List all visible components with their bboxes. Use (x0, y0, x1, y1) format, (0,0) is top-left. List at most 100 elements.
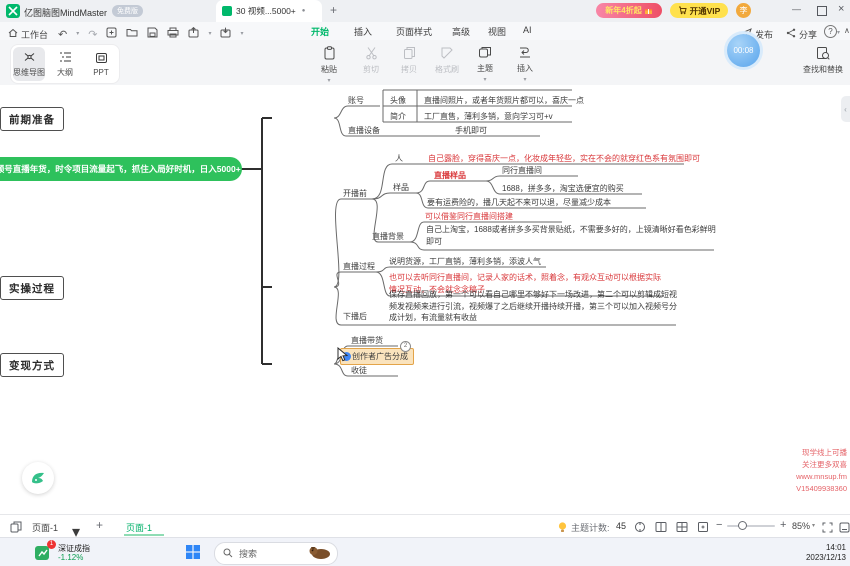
clock[interactable]: 14:01 2023/12/13 (794, 543, 846, 563)
mode-ppt[interactable]: PPT (85, 47, 117, 81)
theme-button[interactable]: 主题 ▾ (466, 46, 504, 83)
redo-icon[interactable]: ↷ (88, 28, 97, 41)
cut-button[interactable]: 剪切 (352, 46, 390, 75)
topic-count-value: 45 (616, 521, 626, 531)
collapse-statusbar-icon[interactable] (839, 520, 850, 538)
zoom-out-button[interactable]: − (716, 519, 722, 531)
topic-live-commerce[interactable]: 直播带货 (351, 336, 383, 346)
topic-bio[interactable]: 简介 (390, 112, 406, 122)
ppt-icon (95, 52, 108, 66)
topic-person[interactable]: 人 (395, 154, 403, 164)
menu-tab-advanced[interactable]: 高级 (452, 25, 470, 38)
central-topic[interactable]: 视频号直播年货，时令项目流量起飞，抓住入局好时机，日入5000+ (0, 157, 242, 181)
topic-operation[interactable]: 实操过程 (0, 276, 64, 300)
user-avatar[interactable]: 李 (736, 3, 751, 18)
page-tab-active[interactable]: 页面-1 (126, 521, 152, 534)
undo-icon[interactable]: ↶ (58, 28, 67, 41)
topic-buy-cheap[interactable]: 1688，拼多多，淘宝选便宜的购买 (502, 184, 624, 194)
menu-tab-view[interactable]: 视图 (488, 25, 506, 38)
maximize-button[interactable] (817, 6, 827, 16)
topic-source-pitch[interactable]: 说明货源，工厂直销，薄利多销，添波人气 (389, 257, 541, 267)
document-tab[interactable]: 30 视频...5000+ ● (216, 0, 322, 22)
doc-icon (222, 6, 232, 16)
topic-background-ref[interactable]: 可以借鉴同行直播间搭建 (425, 212, 513, 222)
mindmap-canvas[interactable]: 视频号直播年货，时令项目流量起飞，抓住入局好时机，日入5000+ 前期准备 实操… (0, 85, 850, 514)
topic-sample[interactable]: 样品 (393, 183, 409, 193)
copy-icon (403, 46, 416, 60)
add-page-button[interactable]: + (96, 518, 103, 532)
topic-equipment-detail[interactable]: 手机即可 (455, 126, 487, 136)
insert-topic-button[interactable]: 插入 ▾ (506, 46, 544, 83)
topic-after-live-detail[interactable]: 保存直播回放，第一个可以看自己哪里不够好下一场改进，第二个可以剪辑成短视频发视频… (389, 289, 679, 324)
vip-button[interactable]: 开通VIP (670, 3, 728, 18)
topic-equipment[interactable]: 直播设备 (348, 126, 380, 136)
timer-bubble[interactable]: 00:08 (727, 34, 760, 67)
doc-tab-title: 30 视频...5000+ (236, 5, 296, 17)
topic-monetization[interactable]: 变现方式 (0, 353, 64, 377)
format-painter-button[interactable]: 格式刷 (428, 46, 466, 75)
panel-collapse-handle[interactable]: ‹ (841, 96, 850, 122)
topic-person-detail[interactable]: 自己露脸，穿得喜庆一点，化妆成年轻些，实在不会的就穿红色系有氛围即可 (428, 154, 700, 164)
zoom-slider-track[interactable] (727, 525, 775, 527)
paste-button[interactable]: 粘贴 ▾ (310, 46, 348, 84)
page-selector[interactable]: 页面-1 (32, 521, 58, 534)
taskbar-search[interactable]: 搜索 (214, 542, 338, 565)
copy-button[interactable]: 拷贝 (390, 46, 428, 75)
drag-mode-icon[interactable] (634, 520, 646, 538)
menu-tab-ai[interactable]: AI (523, 25, 532, 35)
topic-background-detail[interactable]: 自己上淘宝，1688或者拼多多买背景贴纸，不需要多好的，上镜清晰好看色彩鲜明即可 (426, 224, 718, 247)
zoom-level[interactable]: 85% (792, 521, 810, 531)
bulb-icon (557, 520, 568, 538)
format-painter-icon (440, 46, 454, 60)
selection-count-badge: 2 (400, 341, 411, 352)
topic-avatar-detail[interactable]: 直播间照片，或者年货照片都可以，喜庆一点 (424, 96, 584, 106)
topic-account[interactable]: 账号 (348, 96, 364, 106)
menu-tab-home[interactable]: 开始 (311, 25, 329, 38)
ribbon: 思维导图 大纲 PPT 粘贴 ▾ 剪切 拷贝 格式刷 (0, 40, 850, 86)
toolbar-more-icon[interactable]: ▾ (240, 32, 243, 37)
find-replace-button[interactable]: 查找和替换 (798, 46, 848, 75)
watermark-line: www.mnsup.fm (796, 471, 847, 483)
zoom-slider-knob[interactable] (738, 521, 747, 530)
topic-freight-insurance[interactable]: 要有运费险的，播几天起不来可以退，尽量减少成本 (427, 198, 611, 208)
close-button[interactable]: × (838, 3, 844, 15)
fit-window-icon[interactable] (697, 520, 709, 538)
stock-change[interactable]: -1.12% (58, 553, 83, 562)
pages-icon[interactable] (10, 520, 22, 538)
collapse-ribbon-icon[interactable]: ∧ (844, 26, 850, 35)
menu-tab-insert[interactable]: 插入 (354, 25, 372, 38)
menu-tab-pagestyle[interactable]: 页面样式 (396, 25, 432, 38)
zoom-in-button[interactable]: + (780, 519, 786, 531)
search-icon (223, 545, 233, 563)
start-button[interactable] (185, 544, 201, 565)
topic-avatar[interactable]: 头像 (390, 96, 406, 106)
export-caret-icon[interactable]: ▾ (208, 32, 211, 37)
topic-apprentice[interactable]: 收徒 (351, 366, 367, 376)
app-logo-icon (6, 4, 20, 18)
topic-after-live[interactable]: 下播后 (343, 312, 367, 322)
zoom-caret-icon[interactable]: ▾ (812, 522, 815, 529)
help-menu-button[interactable]: ?▾ (824, 25, 840, 38)
outline-panel-icon[interactable] (655, 520, 667, 538)
topic-bio-detail[interactable]: 工厂直售，薄利多销，意向学习可+v (424, 112, 553, 122)
workspace-label: 工作台 (21, 28, 48, 41)
topic-during-live[interactable]: 直播过程 (343, 262, 375, 272)
topic-before-live[interactable]: 开播前 (343, 189, 367, 199)
mode-outline[interactable]: 大纲 (49, 47, 81, 81)
minimize-button[interactable]: — (792, 4, 801, 14)
stock-widget-icon[interactable]: 1 (34, 543, 52, 561)
topic-peer-liveroom[interactable]: 同行直播间 (502, 166, 542, 176)
promo-badge[interactable]: 新年4折起 (596, 3, 662, 18)
search-highlight-image[interactable] (307, 543, 333, 565)
fullscreen-icon[interactable] (822, 520, 833, 538)
topic-background[interactable]: 直播背景 (372, 232, 404, 242)
topic-preparation[interactable]: 前期准备 (0, 107, 64, 131)
mindmaster-mascot-button[interactable] (22, 462, 54, 494)
grid-panel-icon[interactable] (676, 520, 688, 538)
theme-label: 主题 (466, 63, 504, 74)
new-tab-button[interactable]: + (330, 3, 337, 17)
watermark-line: 现学线上可播 (796, 447, 847, 459)
mode-mindmap[interactable]: 思维导图 (13, 47, 45, 81)
undo-caret-icon[interactable]: ▾ (76, 32, 79, 37)
topic-live-sample[interactable]: 直播样品 (434, 171, 466, 181)
